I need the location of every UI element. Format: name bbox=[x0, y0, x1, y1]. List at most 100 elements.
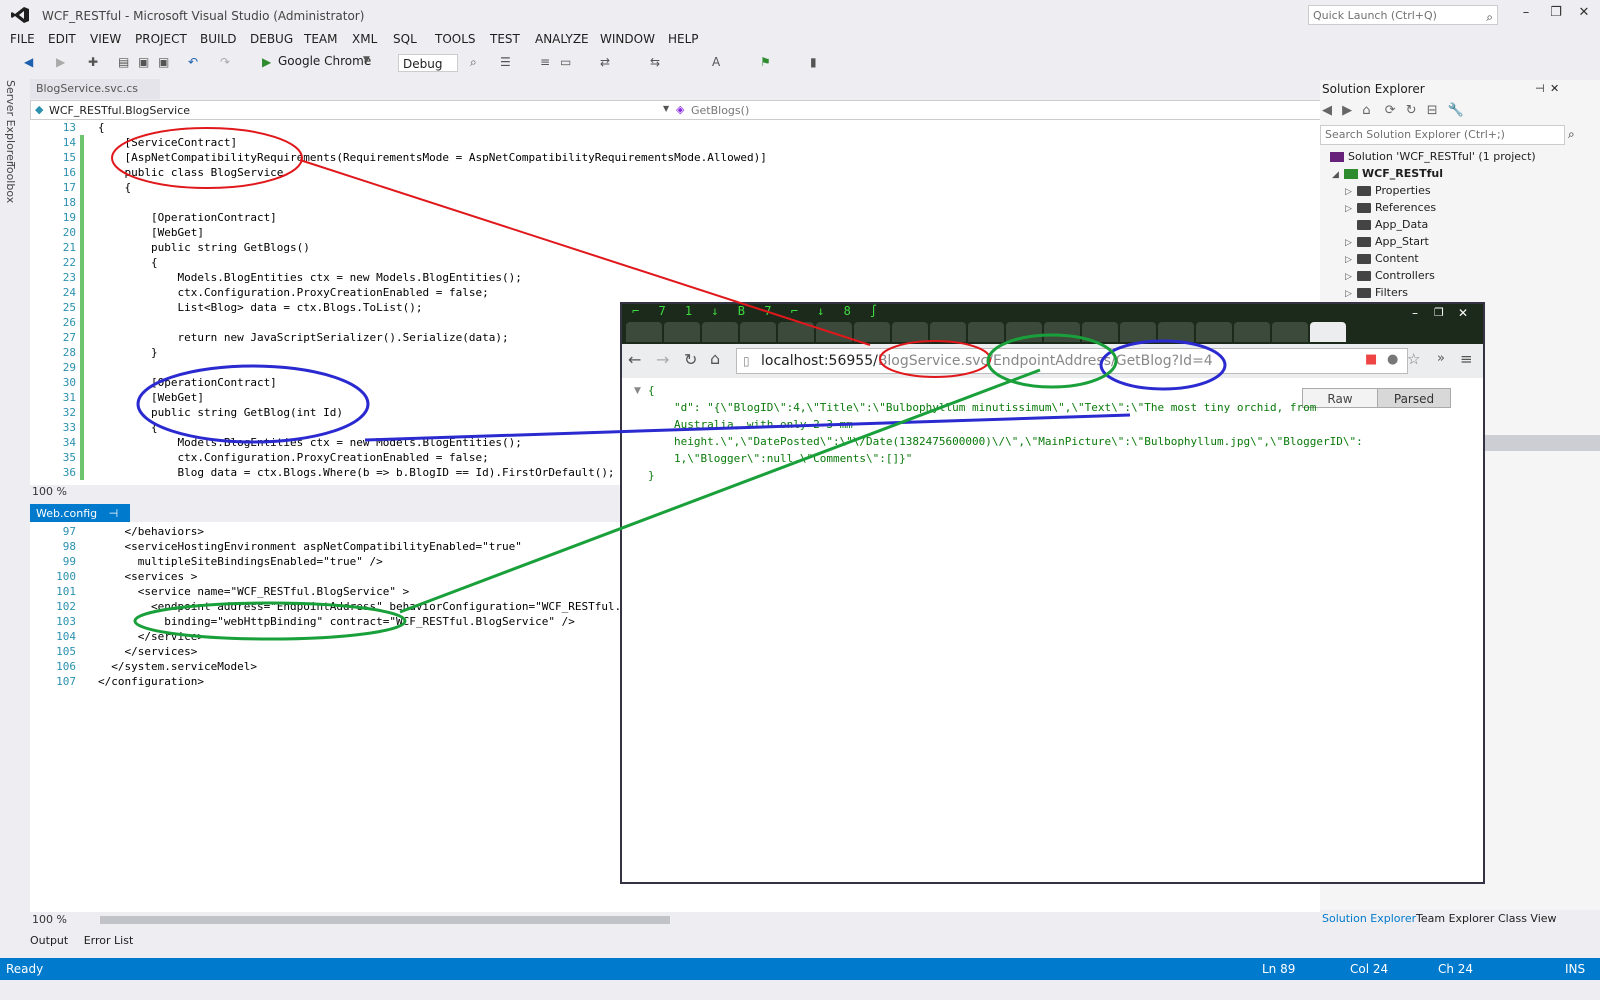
properties-icon[interactable]: 🔧 bbox=[1448, 103, 1464, 118]
collapse-arrow-icon[interactable]: ▼ bbox=[634, 386, 641, 396]
minimize-icon[interactable]: – bbox=[1412, 306, 1418, 320]
menu-edit[interactable]: EDIT bbox=[48, 32, 76, 46]
bookmark-next-icon[interactable]: ▮ bbox=[810, 55, 817, 69]
tree-item[interactable]: ▷ Content bbox=[1345, 252, 1419, 265]
tree-item[interactable]: ▷ Filters bbox=[1345, 286, 1408, 299]
menu-xml[interactable]: XML bbox=[352, 32, 377, 46]
pin-icon[interactable]: ⊣ bbox=[109, 507, 119, 520]
code-line[interactable]: 22 { bbox=[30, 255, 1310, 270]
configuration-dropdown[interactable]: Debug bbox=[398, 54, 458, 72]
tree-item[interactable]: ▷ App_Start bbox=[1345, 235, 1429, 248]
tree-item[interactable]: ▷ References bbox=[1345, 201, 1436, 214]
pin-icon[interactable]: ⊣ bbox=[1535, 82, 1545, 95]
expand-arrow-icon[interactable]: ▷ bbox=[1345, 204, 1357, 214]
browser-tab[interactable] bbox=[816, 322, 852, 342]
tab-output[interactable]: Output bbox=[30, 934, 68, 947]
code-line[interactable]: 15 [AspNetCompatibilityRequirements(Requ… bbox=[30, 150, 1310, 165]
browser-tab-active[interactable] bbox=[1310, 322, 1346, 342]
menu-sql[interactable]: SQL bbox=[393, 32, 417, 46]
forward-icon[interactable]: ▶ bbox=[56, 55, 65, 69]
menu-view[interactable]: VIEW bbox=[90, 32, 121, 46]
tree-item[interactable]: App_Data bbox=[1345, 218, 1428, 231]
close-button[interactable]: ✕ bbox=[1573, 5, 1595, 23]
browser-tab[interactable] bbox=[1044, 322, 1080, 342]
browser-tab[interactable] bbox=[740, 322, 776, 342]
bookmark-icon[interactable]: ☰ bbox=[500, 55, 511, 69]
browser-tab[interactable] bbox=[854, 322, 890, 342]
comment-icon[interactable]: ▭ bbox=[560, 55, 571, 69]
horizontal-scrollbar[interactable] bbox=[100, 916, 670, 924]
sync-icon[interactable]: ⟳ bbox=[1385, 103, 1396, 118]
close-icon[interactable]: ✕ bbox=[1550, 82, 1559, 95]
reload-icon[interactable]: ↻ bbox=[684, 350, 697, 369]
menu-analyze[interactable]: ANALYZE bbox=[535, 32, 589, 46]
expand-arrow-icon[interactable]: ▷ bbox=[1345, 272, 1357, 282]
code-line[interactable]: 18 bbox=[30, 195, 1310, 210]
breakpoint-icon[interactable]: ⚑ bbox=[760, 55, 771, 69]
browser-tab[interactable] bbox=[1006, 322, 1042, 342]
home-icon[interactable]: ⌂ bbox=[1362, 103, 1370, 118]
minimize-button[interactable]: – bbox=[1515, 5, 1537, 23]
toolbox-tab[interactable]: Toolbox bbox=[4, 162, 17, 203]
save-all-icon[interactable]: ▣ bbox=[158, 55, 169, 69]
collapse-icon[interactable]: ⊟ bbox=[1427, 103, 1438, 118]
menu-project[interactable]: PROJECT bbox=[135, 32, 187, 46]
tree-item[interactable]: ▷ Properties bbox=[1345, 184, 1431, 197]
restore-icon[interactable]: ❐ bbox=[1434, 306, 1444, 319]
browser-tab[interactable] bbox=[1196, 322, 1232, 342]
browser-tab[interactable] bbox=[1120, 322, 1156, 342]
expand-arrow-icon[interactable]: ▷ bbox=[1345, 238, 1357, 248]
run-target-dropdown[interactable]: Google Chrome bbox=[278, 54, 371, 68]
back-icon[interactable]: ◀ bbox=[24, 55, 33, 69]
browser-tab[interactable] bbox=[1158, 322, 1194, 342]
tree-project[interactable]: ◢ WCF_RESTful bbox=[1332, 167, 1443, 180]
code-line[interactable]: 19 [OperationContract] bbox=[30, 210, 1310, 225]
browser-tab[interactable] bbox=[702, 322, 738, 342]
tab-solution-explorer[interactable]: Solution Explorer bbox=[1322, 912, 1416, 925]
star-icon[interactable]: ☆ bbox=[1407, 350, 1420, 368]
menu-debug[interactable]: DEBUG bbox=[250, 32, 293, 46]
expand-arrow-icon[interactable]: ▷ bbox=[1345, 255, 1357, 265]
text-icon[interactable]: A bbox=[712, 55, 720, 69]
start-debug-icon[interactable]: ▶ bbox=[262, 55, 271, 69]
browser-tab[interactable] bbox=[930, 322, 966, 342]
close-icon[interactable]: ✕ bbox=[1458, 306, 1468, 320]
server-explorer-tab[interactable]: Server Explorer bbox=[4, 80, 17, 165]
navigate-icon[interactable]: ⇆ bbox=[650, 55, 660, 69]
browser-tab[interactable] bbox=[778, 322, 814, 342]
browser-tab[interactable] bbox=[664, 322, 700, 342]
tab-team-explorer[interactable]: Team Explorer bbox=[1416, 912, 1494, 925]
menu-file[interactable]: FILE bbox=[10, 32, 35, 46]
find-icon[interactable]: ⌕ bbox=[470, 55, 477, 70]
browser-tab[interactable] bbox=[892, 322, 928, 342]
bulb-icon[interactable]: ● bbox=[1387, 352, 1398, 367]
menu-window[interactable]: WINDOW bbox=[600, 32, 655, 46]
code-line[interactable]: 24 ctx.Configuration.ProxyCreationEnable… bbox=[30, 285, 1310, 300]
back-icon[interactable]: ← bbox=[628, 350, 641, 369]
browser-tab[interactable] bbox=[1082, 322, 1118, 342]
forward-icon[interactable]: ▶ bbox=[1342, 103, 1352, 118]
open-file-icon[interactable]: ▤ bbox=[118, 55, 129, 69]
solution-explorer-search[interactable]: Search Solution Explorer (Ctrl+;) bbox=[1320, 125, 1565, 145]
redo-icon[interactable]: ↷ bbox=[220, 55, 230, 69]
tab-blogservice[interactable]: BlogService.svc.cs ⊣ ✕ bbox=[30, 79, 160, 115]
member-dropdown[interactable]: GetBlogs() bbox=[691, 104, 749, 117]
zoom-level-editor2[interactable]: 100 % bbox=[30, 913, 1320, 927]
menu-help[interactable]: HELP bbox=[668, 32, 699, 46]
type-dropdown[interactable]: WCF_RESTful.BlogService bbox=[49, 104, 190, 117]
forward-icon[interactable]: → bbox=[656, 350, 669, 369]
refresh-icon[interactable]: ↻ bbox=[1406, 103, 1417, 118]
restore-button[interactable]: ❐ bbox=[1545, 5, 1567, 23]
undo-icon[interactable]: ↶ bbox=[188, 55, 198, 69]
tab-class-view[interactable]: Class View bbox=[1498, 912, 1557, 925]
indent-icon[interactable]: ≡ bbox=[540, 55, 550, 69]
menu-build[interactable]: BUILD bbox=[200, 32, 236, 46]
tab-error-list[interactable]: Error List bbox=[84, 934, 134, 947]
menu-tools[interactable]: TOOLS bbox=[435, 32, 476, 46]
code-line[interactable]: 13 { bbox=[30, 120, 1310, 135]
back-icon[interactable]: ◀ bbox=[1322, 103, 1332, 118]
browser-tab[interactable] bbox=[1272, 322, 1308, 342]
browser-tab[interactable] bbox=[1234, 322, 1270, 342]
tab-web-config[interactable]: Web.config ⊣ ✕ bbox=[30, 504, 130, 540]
address-bar[interactable]: ▯ localhost:56955/BlogService.svc/Endpoi… bbox=[736, 348, 1408, 374]
